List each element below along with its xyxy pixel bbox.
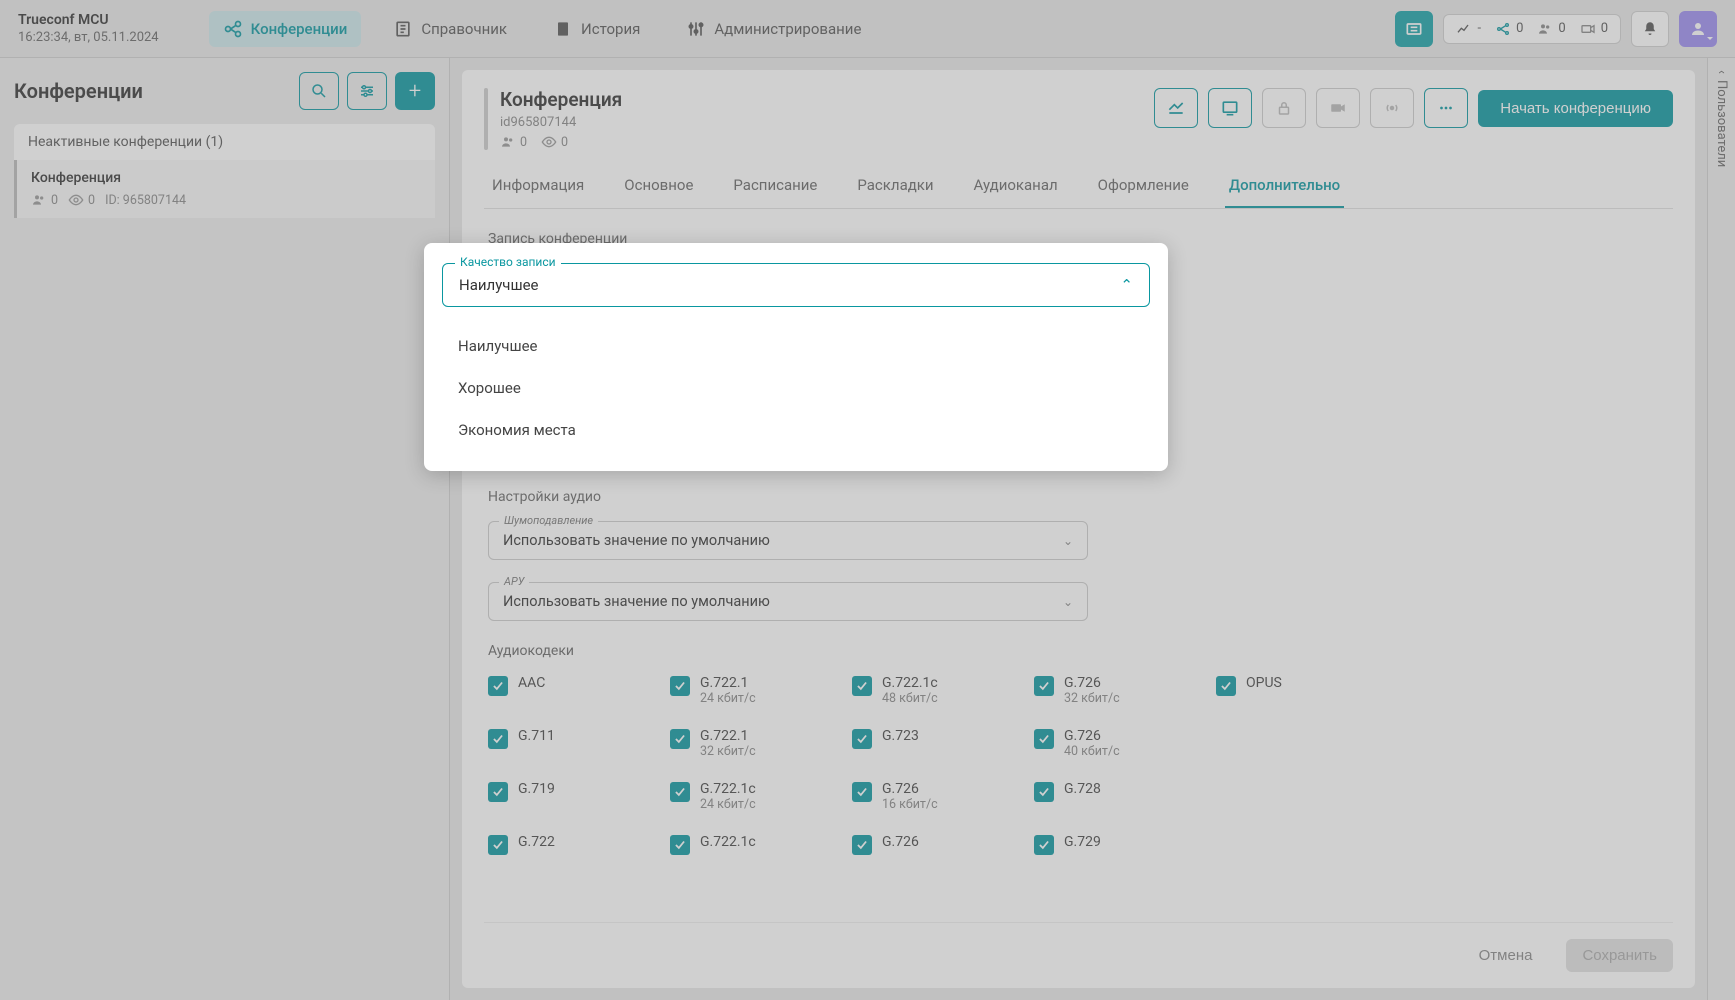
quality-option-good[interactable]: Хорошее [442, 367, 1150, 409]
quality-dropdown-panel: Качество записи Наилучшее⌃ Наилучшее Хор… [424, 243, 1168, 471]
quality-select[interactable]: Качество записи Наилучшее⌃ [442, 263, 1150, 307]
chevron-up-icon: ⌃ [1120, 276, 1133, 294]
quality-option-best[interactable]: Наилучшее [442, 325, 1150, 367]
quality-option-eco[interactable]: Экономия места [442, 409, 1150, 451]
modal-overlay[interactable] [0, 0, 1735, 1000]
quality-label: Качество записи [455, 255, 561, 269]
